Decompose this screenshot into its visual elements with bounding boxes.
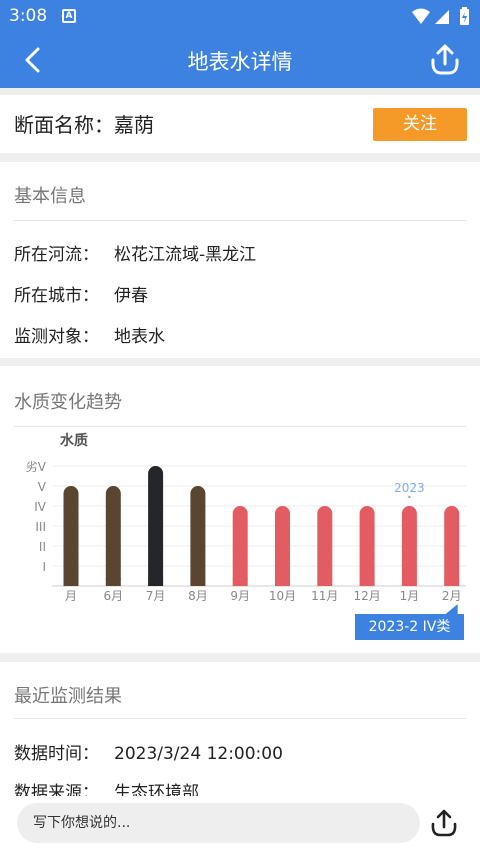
recent-value: 2023/3/24 12:00:00 xyxy=(114,744,283,764)
chart-y-title: 水质 xyxy=(60,432,88,449)
chart-y-tick: III xyxy=(35,520,46,534)
chart-x-tick: 8月 xyxy=(188,589,208,603)
chart-bar-base xyxy=(105,578,121,586)
chart-bar-base xyxy=(190,578,206,586)
chart-bar-base xyxy=(401,578,417,586)
chart-x-tick: 9月 xyxy=(230,589,250,603)
chart-bar-base xyxy=(63,578,79,586)
chart-bar xyxy=(190,486,206,586)
comment-bar: 写下你想说的... xyxy=(0,796,480,853)
chart-y-tick: IV xyxy=(34,500,47,514)
share-icon[interactable] xyxy=(429,808,459,838)
chart-bar xyxy=(105,486,121,586)
chart-y-tick: II xyxy=(39,540,46,554)
chart-x-tick: 10月 xyxy=(269,589,296,603)
comment-input[interactable]: 写下你想说的... xyxy=(17,803,420,843)
chart-x-tick: 12月 xyxy=(353,589,380,603)
chart-y-tick: V xyxy=(38,480,47,494)
chart-bar xyxy=(444,506,460,586)
chart-bar xyxy=(148,466,164,586)
chart-x-tick: 2月 xyxy=(442,589,462,603)
chart-year-marker: 2023 xyxy=(394,481,425,495)
chart-bar-base xyxy=(359,578,375,586)
recent-key: 数据时间： xyxy=(14,744,99,764)
chart-bar-base xyxy=(232,578,248,586)
chart-x-tick: 1月 xyxy=(400,589,420,603)
chart-tooltip-pointer xyxy=(445,604,458,614)
chart-bar xyxy=(359,506,375,586)
chart-y-tick: I xyxy=(42,560,46,574)
chart-year-dot xyxy=(408,495,411,499)
chart-bar xyxy=(232,506,248,586)
chart-bar-base xyxy=(275,578,290,586)
chart-bar-base xyxy=(148,578,164,586)
chart-x-tick: 月 xyxy=(65,589,77,603)
chart-x-tick: 11月 xyxy=(311,589,338,603)
chart-x-tick: 7月 xyxy=(146,589,166,603)
recent-row-time: 数据时间： 2023/3/24 12:00:00 xyxy=(14,739,283,764)
chart-bar xyxy=(401,506,417,586)
chart-tooltip: 2023-2 IV类 xyxy=(355,614,464,640)
chart-bar xyxy=(275,506,290,586)
chart-x-tick: 6月 xyxy=(103,589,123,603)
chart-bar-base xyxy=(317,578,333,586)
recent-title: 最近监测结果 xyxy=(14,686,122,707)
chart-bar xyxy=(317,506,333,586)
chart-y-tick: 劣V xyxy=(26,460,47,474)
chart-bar xyxy=(63,486,79,586)
water-quality-chart[interactable]: 水质劣VVIVIIIIII月 6月 7月 8月 9月 10月 11月 12月 1月 2月2023 xyxy=(0,0,480,660)
chart-bar-base xyxy=(444,578,460,586)
divider xyxy=(14,718,466,719)
